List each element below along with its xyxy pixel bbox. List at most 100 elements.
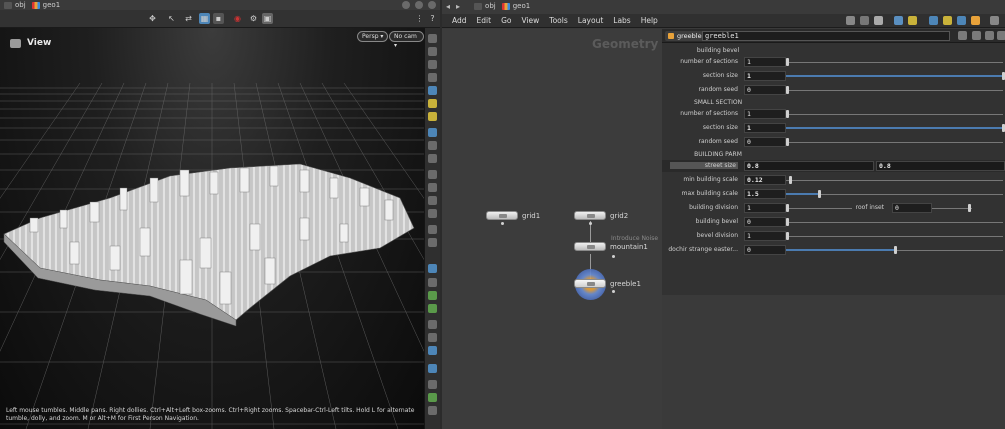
flag-icon[interactable] (860, 16, 869, 25)
group-icon[interactable] (428, 238, 437, 247)
display-icon[interactable] (428, 128, 437, 137)
output-connector[interactable] (612, 255, 615, 258)
menu-view[interactable]: View (521, 16, 539, 25)
edge-icon[interactable] (428, 304, 437, 313)
slider-knob[interactable] (786, 232, 789, 240)
slider-knob[interactable] (786, 204, 789, 212)
wrench-icon[interactable] (846, 16, 855, 25)
move-tool-icon[interactable]: ↖ (166, 13, 177, 24)
background-icon[interactable] (428, 264, 437, 273)
point-snap-icon[interactable]: ▪ (213, 13, 224, 24)
menu-edit[interactable]: Edit (477, 16, 492, 25)
grid-snap-icon[interactable]: ▦ (199, 13, 210, 24)
slider-knob[interactable] (789, 176, 792, 184)
wireframe-icon[interactable] (428, 60, 437, 69)
menu-tools[interactable]: Tools (549, 16, 567, 25)
param-slider[interactable] (932, 208, 972, 209)
visibility-icon[interactable] (428, 170, 437, 179)
guide-icon[interactable] (428, 278, 437, 287)
snap-icon[interactable] (428, 196, 437, 205)
param-slider[interactable] (786, 90, 1003, 91)
perspective-menu[interactable]: Persp ▾ (357, 31, 389, 42)
search-icon[interactable] (972, 31, 981, 40)
path-geo1[interactable]: geo1 (31, 1, 60, 9)
param-slider[interactable] (786, 75, 1003, 77)
forward-arrow-icon[interactable]: ▸ (456, 2, 460, 11)
node-grid1[interactable]: grid1 (486, 211, 540, 220)
slider-knob[interactable] (786, 218, 789, 226)
note-icon[interactable] (874, 16, 883, 25)
node-name-field[interactable]: greeble1 (702, 31, 950, 41)
3d-viewport[interactable]: View Persp ▾ No cam ▾ Left mouse tumbles… (0, 28, 424, 429)
param-slider[interactable] (786, 127, 1003, 129)
help-icon[interactable]: ? (427, 13, 438, 24)
param-field[interactable]: 1 (744, 109, 786, 119)
path-obj[interactable]: obj (4, 1, 26, 9)
headlight-icon[interactable] (428, 112, 437, 121)
node-body[interactable] (574, 242, 606, 251)
bundle-icon[interactable] (971, 16, 980, 25)
param-field[interactable]: 1 (744, 123, 786, 133)
menu-icon[interactable] (428, 1, 436, 9)
normals-icon[interactable] (428, 154, 437, 163)
node-grid2[interactable]: grid2 (574, 211, 628, 220)
node-body[interactable] (486, 211, 518, 220)
flipbook-icon[interactable] (428, 364, 437, 373)
sticky-note-icon[interactable] (943, 16, 952, 25)
ghost-icon[interactable] (428, 47, 437, 56)
record-icon[interactable]: ◉ (232, 13, 243, 24)
render-icon[interactable] (428, 346, 437, 355)
vertex-icon[interactable] (428, 291, 437, 300)
node-body[interactable] (574, 211, 606, 220)
slider-knob[interactable] (894, 246, 897, 254)
template-icon[interactable] (428, 183, 437, 192)
param-slider[interactable] (786, 142, 1003, 143)
layout-icon[interactable] (428, 393, 437, 402)
output-connector[interactable] (589, 222, 592, 225)
camera-lock-icon[interactable]: ⚙ (248, 13, 259, 24)
slider-knob[interactable] (786, 86, 789, 94)
param-field[interactable]: 0 (744, 245, 786, 255)
param-field[interactable]: 1 (744, 231, 786, 241)
param-slider[interactable] (894, 250, 1003, 251)
param-field[interactable]: 1.5 (744, 189, 786, 199)
slider-knob[interactable] (786, 138, 789, 146)
param-field[interactable]: 0 (744, 217, 786, 227)
param-field[interactable]: 1 (744, 71, 786, 81)
palette-icon[interactable] (908, 16, 917, 25)
param-slider[interactable] (786, 62, 1003, 63)
pin-icon[interactable] (402, 1, 410, 9)
screenshot-icon[interactable] (428, 406, 437, 415)
rotate-tool-icon[interactable]: ⇄ (183, 13, 194, 24)
param-field[interactable]: 0 (744, 137, 786, 147)
param-slider[interactable] (786, 222, 1003, 223)
param-slider-fill[interactable] (786, 193, 818, 195)
tree-view-icon[interactable] (929, 16, 938, 25)
slider-knob[interactable] (818, 190, 821, 198)
param-slider[interactable] (786, 114, 1003, 115)
param-slider[interactable] (786, 180, 1003, 181)
camera-menu[interactable]: No cam ▾ (389, 31, 424, 49)
search-icon[interactable] (990, 16, 999, 25)
object-icon[interactable] (428, 333, 437, 342)
node-greeble1[interactable]: greeble1 (574, 279, 641, 288)
output-connector[interactable] (501, 222, 504, 225)
menu-help[interactable]: Help (641, 16, 658, 25)
gear-icon[interactable] (958, 31, 967, 40)
shaded-icon[interactable] (428, 73, 437, 82)
menu-layout[interactable]: Layout (578, 16, 604, 25)
select-tool-icon[interactable]: ✥ (147, 13, 158, 24)
path-obj[interactable]: obj (474, 2, 496, 10)
back-arrow-icon[interactable]: ◂ (446, 2, 450, 11)
network-editor[interactable]: Geometry grid1 grid2 mountain1 Introduce… (442, 29, 662, 429)
param-field[interactable]: 0 (744, 85, 786, 95)
param-field[interactable]: 0.12 (744, 175, 786, 185)
slider-knob[interactable] (786, 58, 789, 66)
node-mountain1[interactable]: mountain1 Introduce Noise (574, 235, 658, 251)
menu-go[interactable]: Go (501, 16, 511, 25)
help-icon[interactable] (985, 31, 994, 40)
param-field[interactable]: 1 (744, 203, 786, 213)
grid-view-icon[interactable] (894, 16, 903, 25)
light-icon[interactable] (428, 99, 437, 108)
param-field[interactable]: 0 (892, 203, 932, 213)
